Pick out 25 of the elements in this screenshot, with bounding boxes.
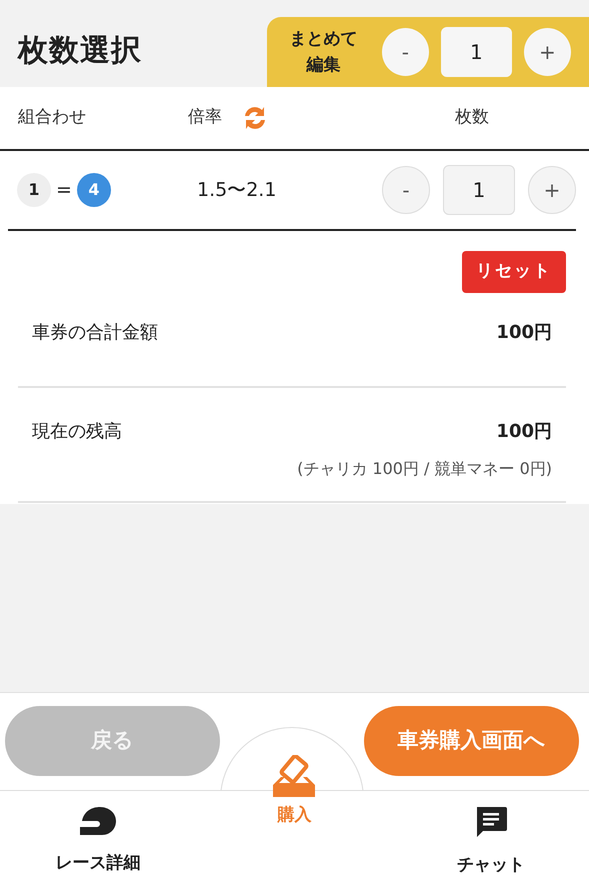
minus-button[interactable]: - <box>382 166 430 214</box>
nav-tab[interactable]: レース詳細 <box>0 791 196 881</box>
column-header: 組合わせ <box>18 106 87 130</box>
ticket-icon <box>271 755 318 799</box>
separator: = <box>56 178 72 203</box>
column-header: 倍率 <box>188 106 222 130</box>
count-field[interactable]: 1 <box>440 27 512 77</box>
odds-text: 1.5〜2.1 <box>197 178 276 203</box>
count-field[interactable]: 1 <box>443 165 515 215</box>
helmet-icon <box>78 805 118 837</box>
plus-button[interactable]: + <box>524 28 571 76</box>
summary-amount: 100円 <box>496 420 552 444</box>
balance-note: (チャリカ 100円 / 競単マネー 0円) <box>296 458 552 480</box>
summary-amount: 100円 <box>496 320 552 344</box>
summary-label: 車券の合計金額 <box>32 320 158 344</box>
page-title: 枚数選択 <box>18 32 142 70</box>
number-chip: 1 <box>17 173 51 207</box>
column-header: 枚数 <box>455 106 489 130</box>
minus-button[interactable]: - <box>382 28 429 76</box>
bulk-edit-label: まとめて編集 <box>288 28 358 77</box>
number-chip: 4 <box>76 173 111 207</box>
summary-label: 現在の残高 <box>32 420 122 444</box>
plus-button[interactable]: + <box>528 166 576 214</box>
reset-button[interactable]: リセット <box>462 251 566 292</box>
nav-tab[interactable]: チャット <box>392 791 589 881</box>
